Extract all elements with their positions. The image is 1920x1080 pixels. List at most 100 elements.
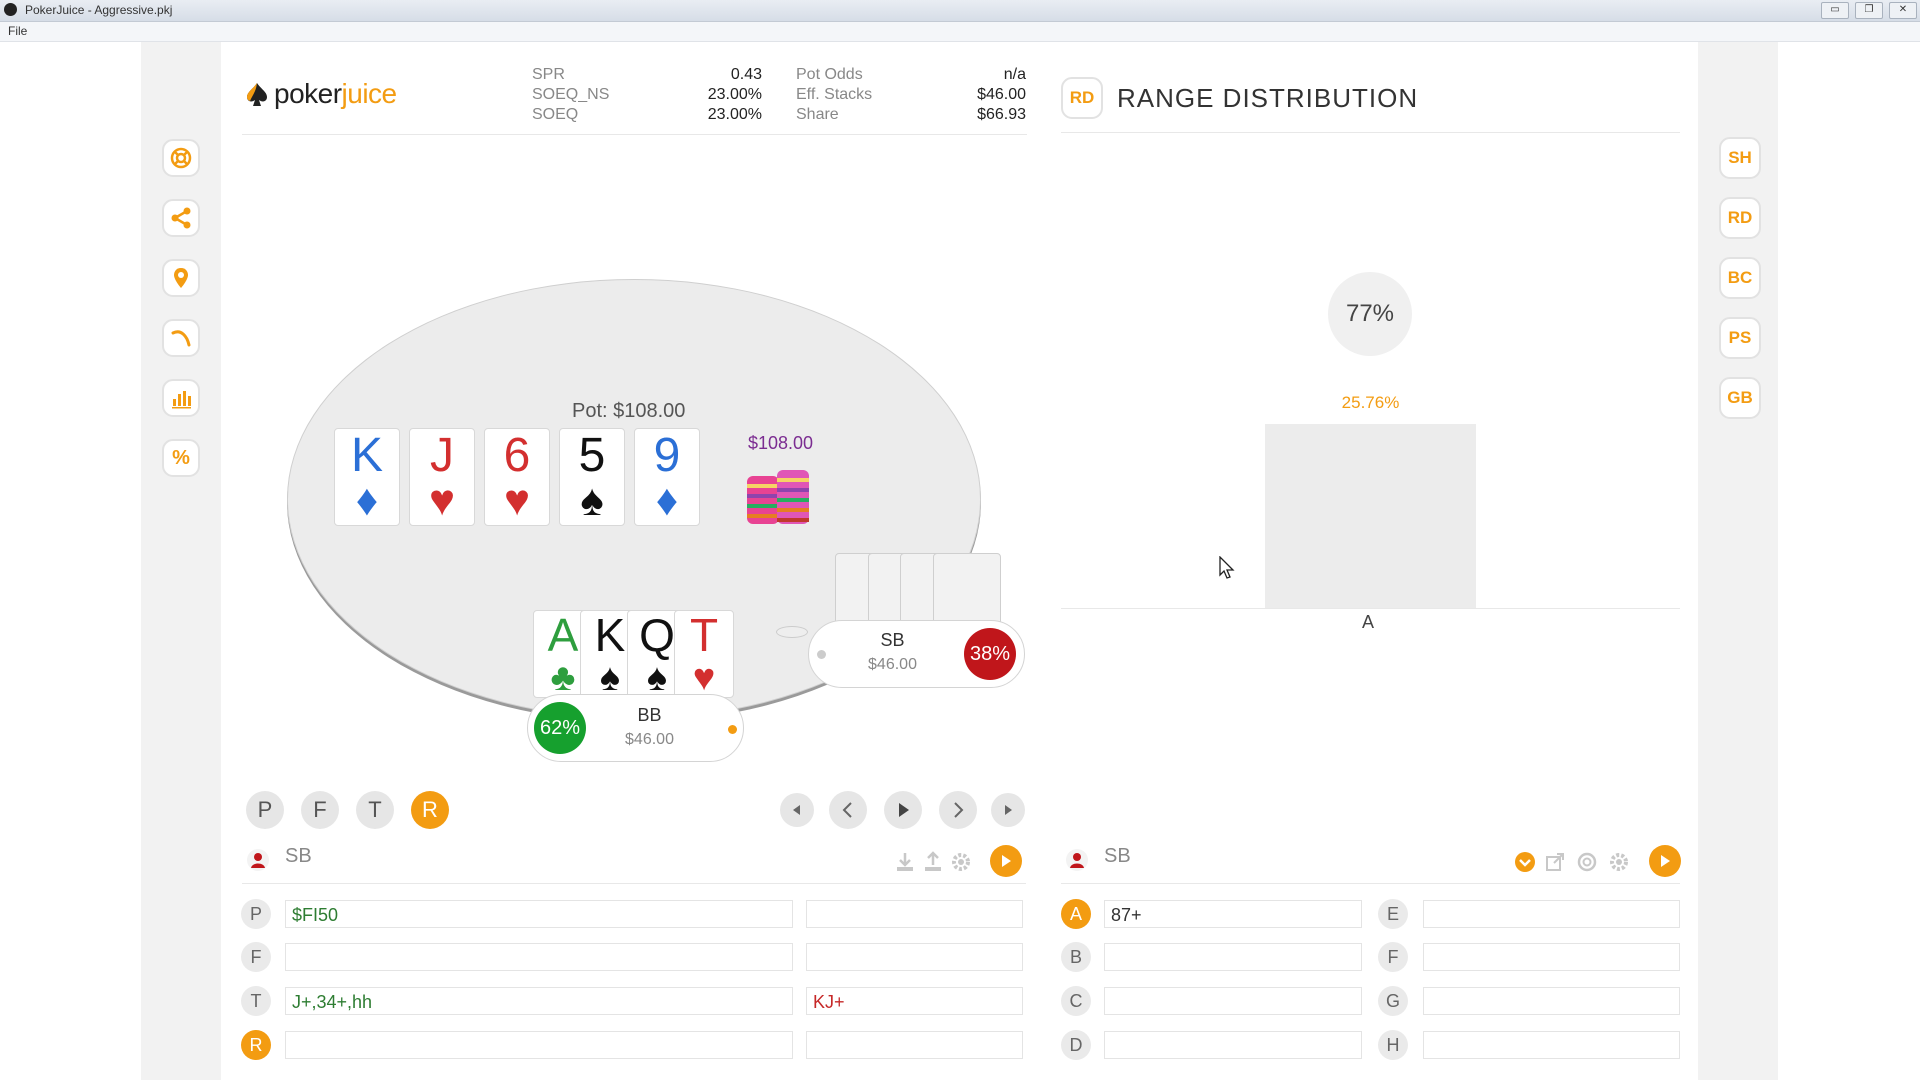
row-letter-t[interactable]: T [241, 986, 271, 1016]
stats-column-2: Pot Odds n/a Eff. Stacks $46.00 Share $66.9… [796, 66, 1026, 126]
row-letter-f[interactable]: F [241, 942, 271, 972]
stats-column-1: SPR 0.43 SOEQ_NS 23.00% SOEQ 23.00% [532, 66, 762, 126]
ps-button[interactable]: PS [1719, 317, 1761, 359]
window-title: PokerJuice - Aggressive.pkj [25, 3, 173, 17]
street-river-button[interactable]: R [411, 791, 449, 829]
group-input-f[interactable] [1423, 943, 1680, 971]
board-card: 9 ♦ [634, 428, 700, 526]
fast-forward-icon [1005, 805, 1012, 815]
group-letter-d[interactable]: D [1061, 1030, 1091, 1060]
download-icon[interactable] [894, 851, 916, 873]
group-input-d[interactable] [1104, 1031, 1362, 1059]
hand-input-f[interactable] [806, 943, 1023, 971]
card-rank: 9 [653, 429, 681, 482]
group-input-b[interactable] [1104, 943, 1362, 971]
run-button[interactable] [1649, 845, 1681, 877]
range-input-r[interactable] [285, 1031, 793, 1059]
external-link-icon[interactable] [1544, 851, 1566, 873]
street-flop-button[interactable]: F [301, 791, 339, 829]
minimize-button[interactable]: ▭ [1821, 2, 1849, 19]
pokerjuice-logo: poker juice [244, 78, 397, 110]
hand-input-t[interactable]: KJ+ [806, 987, 1023, 1015]
share-icon [171, 207, 191, 229]
street-turn-button[interactable]: T [356, 791, 394, 829]
group-input-g[interactable] [1423, 987, 1680, 1015]
row-letter-r[interactable]: R [241, 1030, 271, 1060]
location-pin-icon [174, 268, 188, 288]
play-icon [1661, 855, 1670, 867]
street-preflop-button[interactable]: P [246, 791, 284, 829]
player-icon [247, 849, 269, 871]
stat-label: Eff. Stacks [796, 86, 873, 103]
chart-button[interactable] [162, 379, 200, 417]
chevron-down-icon[interactable] [1514, 851, 1536, 873]
group-letter-g[interactable]: G [1378, 986, 1408, 1016]
hand-input-r[interactable] [806, 1031, 1023, 1059]
group-letter-h[interactable]: H [1378, 1030, 1408, 1060]
chip-amount: $108.00 [748, 433, 814, 453]
left-margin [141, 42, 221, 1080]
lifebuoy-button[interactable] [162, 139, 200, 177]
bar-value-label: 25.76% [1341, 393, 1400, 412]
distribution-bar-a[interactable] [1265, 424, 1476, 608]
bc-button[interactable]: BC [1719, 257, 1761, 299]
prev-button[interactable] [829, 791, 867, 829]
divider [242, 883, 1026, 884]
play-button[interactable] [884, 791, 922, 829]
card-suit: ♥ [503, 476, 531, 525]
restore-button[interactable]: ❐ [1855, 2, 1883, 19]
stat-value: n/a [1003, 66, 1026, 83]
board-card: 5 ♠ [559, 428, 625, 526]
group-input-h[interactable] [1423, 1031, 1680, 1059]
rd-button[interactable]: RD [1719, 197, 1761, 239]
hand-input-p[interactable] [806, 900, 1023, 928]
gb-button[interactable]: GB [1719, 377, 1761, 419]
stat-label: SPR [532, 66, 565, 83]
percent-button[interactable]: % [162, 439, 200, 477]
group-letter-f[interactable]: F [1378, 942, 1408, 972]
pot-label: Pot: $108.00 [572, 400, 686, 422]
mouse-cursor-icon [1219, 556, 1235, 579]
curve-button[interactable] [162, 319, 200, 357]
menu-file[interactable]: File [8, 24, 27, 38]
dealer-button-icon [728, 725, 737, 734]
range-input-p[interactable]: $FI50 [285, 900, 793, 928]
gear-icon[interactable] [1608, 851, 1630, 873]
sh-button[interactable]: SH [1719, 137, 1761, 179]
close-button[interactable]: ✕ [1889, 2, 1917, 19]
next-button[interactable] [939, 791, 977, 829]
gear-icon[interactable] [950, 851, 972, 873]
rewind-icon [793, 805, 800, 815]
sb-equity-badge: 38% [964, 628, 1016, 680]
card-rank: J [430, 429, 454, 482]
card-suit: ♦ [655, 476, 679, 525]
villain-card-back [933, 553, 1001, 627]
location-button[interactable] [162, 259, 200, 297]
left-panel-player: SB [285, 845, 312, 867]
stat-label: SOEQ_NS [532, 86, 610, 103]
row-letter-p[interactable]: P [241, 899, 271, 929]
stat-value: 23.00% [707, 86, 762, 103]
range-input-f[interactable] [285, 943, 793, 971]
board-card: 6 ♥ [484, 428, 550, 526]
group-letter-e[interactable]: E [1378, 899, 1408, 929]
lifebuoy-icon[interactable] [1576, 851, 1598, 873]
menu-bar: File [0, 22, 1920, 42]
run-button[interactable] [990, 845, 1022, 877]
group-letter-c[interactable]: C [1061, 986, 1091, 1016]
group-input-c[interactable] [1104, 987, 1362, 1015]
range-input-t[interactable]: J+,34+,hh [285, 987, 793, 1015]
stat-value: $46.00 [977, 86, 1026, 103]
first-button[interactable] [780, 793, 814, 827]
chevron-left-icon [842, 802, 852, 818]
share-button[interactable] [162, 199, 200, 237]
group-input-e[interactable] [1423, 900, 1680, 928]
card-rank: K [350, 429, 383, 482]
last-button[interactable] [991, 793, 1025, 827]
upload-icon[interactable] [922, 851, 944, 873]
group-input-a[interactable]: 87+ [1104, 900, 1362, 928]
group-letter-b[interactable]: B [1061, 942, 1091, 972]
logo-text-poker: poker [274, 78, 342, 109]
range-total-percent: 77% [1328, 272, 1412, 356]
group-letter-a[interactable]: A [1061, 899, 1091, 929]
